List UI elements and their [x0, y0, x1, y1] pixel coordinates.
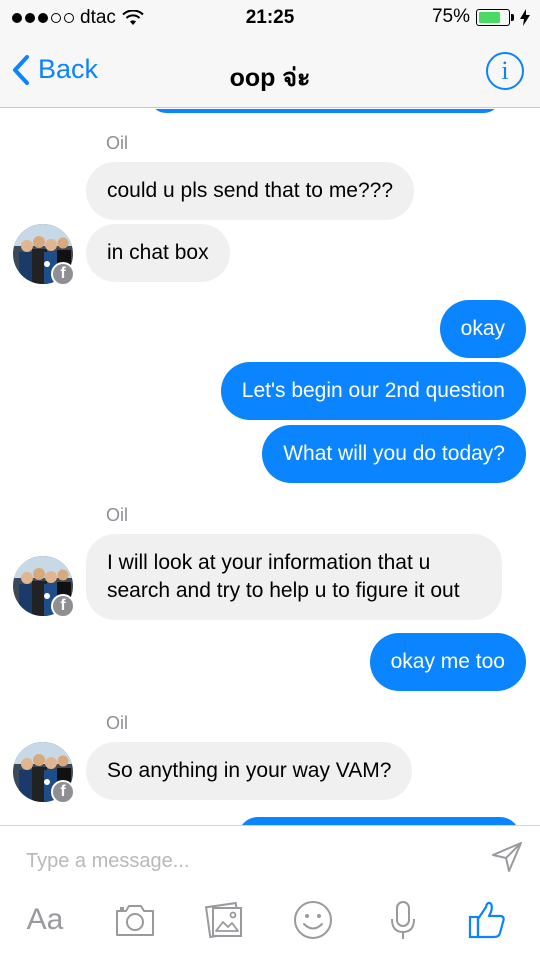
avatar[interactable]: f	[13, 556, 75, 618]
battery-indicator: 75%	[432, 6, 530, 28]
sender-name: Oil	[106, 505, 128, 525]
incoming-message[interactable]: So anything in your way VAM?	[86, 742, 413, 800]
sender-name: Oil	[106, 133, 128, 153]
battery-icon	[476, 8, 510, 26]
microphone-icon	[391, 901, 415, 939]
message-list[interactable]: Oil could u pls send that to me??? in ch…	[0, 109, 540, 825]
partial-outgoing-bubble	[238, 817, 520, 825]
incoming-message[interactable]: could u pls send that to me???	[86, 162, 415, 220]
text-style-label: Aa	[26, 903, 64, 936]
outgoing-message[interactable]: okay me too	[369, 633, 526, 691]
facebook-badge-icon: f	[51, 262, 75, 286]
outgoing-message[interactable]: What will you do today?	[262, 425, 526, 483]
composer-toolbar: Aa	[0, 898, 540, 948]
camera-button[interactable]	[112, 898, 158, 942]
sticker-button[interactable]	[290, 898, 336, 942]
sender-name: Oil	[106, 713, 128, 733]
send-icon[interactable]	[490, 840, 524, 874]
battery-fill	[479, 11, 500, 23]
voice-record-button[interactable]	[380, 898, 426, 942]
battery-percent: 75%	[431, 6, 470, 27]
status-bar: dtac 21:25 75%	[0, 0, 540, 36]
partial-outgoing-bubble	[150, 109, 500, 113]
photo-gallery-button[interactable]	[202, 898, 248, 942]
smiley-icon	[294, 901, 332, 939]
conversation-title: oop จ่ะ	[229, 64, 311, 92]
facebook-badge-icon: f	[51, 594, 75, 618]
avatar[interactable]: f	[13, 224, 75, 286]
info-icon: i	[501, 56, 509, 85]
outgoing-message[interactable]: okay	[439, 300, 526, 358]
photo-gallery-icon	[204, 901, 242, 939]
facebook-badge-icon: f	[51, 780, 75, 804]
like-button[interactable]	[464, 898, 510, 942]
charging-bolt-icon	[520, 8, 530, 26]
thumbs-up-icon	[468, 901, 505, 939]
text-style-button[interactable]: Aa	[22, 898, 68, 942]
composer: Aa	[0, 825, 540, 960]
incoming-message[interactable]: I will look at your information that u s…	[86, 534, 502, 620]
info-button[interactable]: i	[486, 52, 524, 90]
outgoing-message[interactable]: Let's begin our 2nd question	[220, 362, 526, 420]
navigation-bar: Back oop จ่ะ i	[0, 36, 540, 108]
message-input[interactable]	[26, 846, 466, 876]
avatar[interactable]: f	[13, 742, 75, 804]
incoming-message[interactable]: in chat box	[86, 224, 230, 282]
camera-icon	[116, 905, 154, 936]
